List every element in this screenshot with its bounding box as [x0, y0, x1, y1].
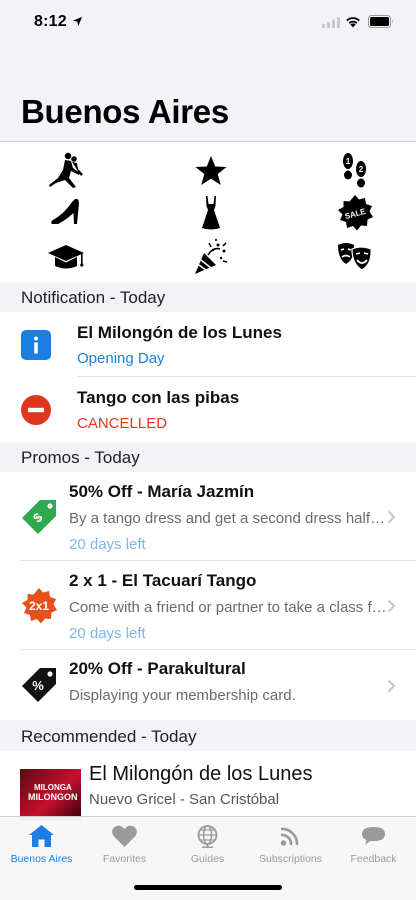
notification-title: El Milongón de los Lunes	[77, 323, 282, 342]
recommended-header-label: Recommended - Today	[21, 727, 197, 746]
svg-text:2: 2	[359, 165, 364, 174]
promo-description: By a tango dress and get a second dress …	[69, 510, 387, 527]
thumbnail-text-top: MILONGA	[34, 783, 72, 792]
category-parties[interactable]	[189, 237, 233, 277]
thumbnail-text-main: MILONGON	[28, 792, 78, 802]
tab-subscriptions[interactable]: Subscriptions	[249, 817, 332, 873]
notification-title: Tango con las pibas	[77, 388, 240, 407]
percent-tag-text: %	[32, 678, 44, 693]
promo-days-left: 20 days left	[69, 625, 146, 642]
two-for-one-text: 2x1	[29, 599, 49, 613]
promo-row-maria-jazmin[interactable]: $ 50% Off - María Jazmín By a tango dres…	[0, 472, 416, 561]
event-thumbnail: MILONGA MILONGON	[20, 769, 81, 821]
tab-label: Subscriptions	[258, 853, 323, 865]
category-grid: 1 2 SALE	[0, 142, 416, 282]
notification-row-opening[interactable]: El Milongón de los Lunes Opening Day	[0, 312, 416, 377]
party-popper-icon	[195, 239, 228, 274]
notification-list: El Milongón de los Lunes Opening Day Tan…	[0, 312, 416, 442]
tab-label: Favorites	[102, 853, 147, 865]
promo-row-parakultural[interactable]: % 20% Off - Parakultural Displaying your…	[0, 650, 416, 720]
chevron-right-icon	[387, 599, 396, 613]
promo-title: 2 x 1 - El Tacuarí Tango	[69, 571, 257, 590]
chevron-right-icon	[387, 510, 396, 524]
status-bar: 8:12	[0, 0, 416, 44]
promos-section-header: Promos - Today	[0, 442, 416, 472]
high-heel-shoe-icon	[51, 198, 79, 224]
recommended-venue: Nuevo Gricel - San Cristóbal	[89, 791, 280, 808]
graduation-cap-icon	[48, 245, 84, 269]
category-shoes[interactable]	[44, 193, 88, 233]
wifi-icon	[346, 17, 360, 28]
footprints-icon: 1 2	[343, 153, 366, 188]
tango-dancers-icon	[49, 152, 83, 188]
notification-row-cancelled[interactable]: Tango con las pibas CANCELLED	[0, 377, 416, 442]
tab-feedback[interactable]: Feedback	[332, 817, 415, 873]
chevron-right-icon	[387, 679, 396, 693]
promos-header-label: Promos - Today	[21, 448, 140, 467]
tab-label: Feedback	[350, 853, 397, 865]
location-arrow-icon	[72, 16, 83, 27]
promo-description: Displaying your membership card.	[69, 687, 296, 704]
rss-icon	[280, 827, 299, 846]
promo-title: 50% Off - María Jazmín	[69, 482, 255, 501]
discount-tag-icon: $	[22, 500, 56, 534]
recommended-list: MILONGA MILONGON El Milongón de los Lune…	[0, 751, 416, 821]
promo-row-tacuari[interactable]: 2x1 2 x 1 - El Tacuarí Tango Come with a…	[0, 561, 416, 650]
category-classes[interactable]: 1 2	[333, 151, 377, 191]
signal-icon	[322, 17, 340, 28]
cancel-icon	[21, 395, 51, 425]
svg-text:1: 1	[346, 157, 351, 166]
battery-icon	[368, 15, 393, 28]
promo-title: 20% Off - Parakultural	[69, 659, 246, 678]
sale-badge-icon: SALE	[338, 195, 373, 231]
status-time: 8:12	[34, 13, 67, 30]
promo-description: Come with a friend or partner to take a …	[69, 599, 387, 616]
notification-section-header: Notification - Today	[0, 282, 416, 312]
two-for-one-badge-icon: 2x1	[22, 588, 57, 624]
info-icon	[21, 330, 51, 360]
notification-status: CANCELLED	[77, 415, 168, 432]
category-education[interactable]	[44, 237, 88, 277]
notification-status: Opening Day	[77, 350, 165, 367]
recommended-title: El Milongón de los Lunes	[89, 763, 313, 785]
home-icon	[29, 825, 54, 847]
promo-days-left: 20 days left	[69, 536, 146, 553]
recommended-row-milongon[interactable]: MILONGA MILONGON El Milongón de los Lune…	[0, 751, 416, 821]
tab-buenos-aires[interactable]: Buenos Aires	[0, 817, 83, 873]
heart-icon	[112, 825, 137, 847]
category-dresses[interactable]	[189, 193, 233, 233]
notification-header-label: Notification - Today	[21, 288, 166, 307]
page-title: Buenos Aires	[21, 93, 229, 130]
category-favorites[interactable]	[189, 151, 233, 191]
recommended-section-header: Recommended - Today	[0, 721, 416, 751]
chat-bubble-icon	[362, 827, 385, 845]
star-icon	[195, 156, 227, 185]
category-sale[interactable]: SALE	[333, 193, 377, 233]
tab-favorites[interactable]: Favorites	[83, 817, 166, 873]
tab-guides[interactable]: Guides	[166, 817, 249, 873]
tab-label: Guides	[190, 853, 225, 865]
home-indicator[interactable]	[134, 885, 282, 890]
dress-icon	[202, 196, 220, 230]
percent-tag-icon: %	[22, 668, 56, 702]
category-dancers[interactable]	[44, 151, 88, 191]
theater-masks-icon	[338, 243, 372, 271]
globe-icon	[197, 825, 218, 848]
promo-list: $ 50% Off - María Jazmín By a tango dres…	[0, 472, 416, 720]
tab-label: Buenos Aires	[10, 853, 73, 865]
category-theater[interactable]	[333, 237, 377, 277]
